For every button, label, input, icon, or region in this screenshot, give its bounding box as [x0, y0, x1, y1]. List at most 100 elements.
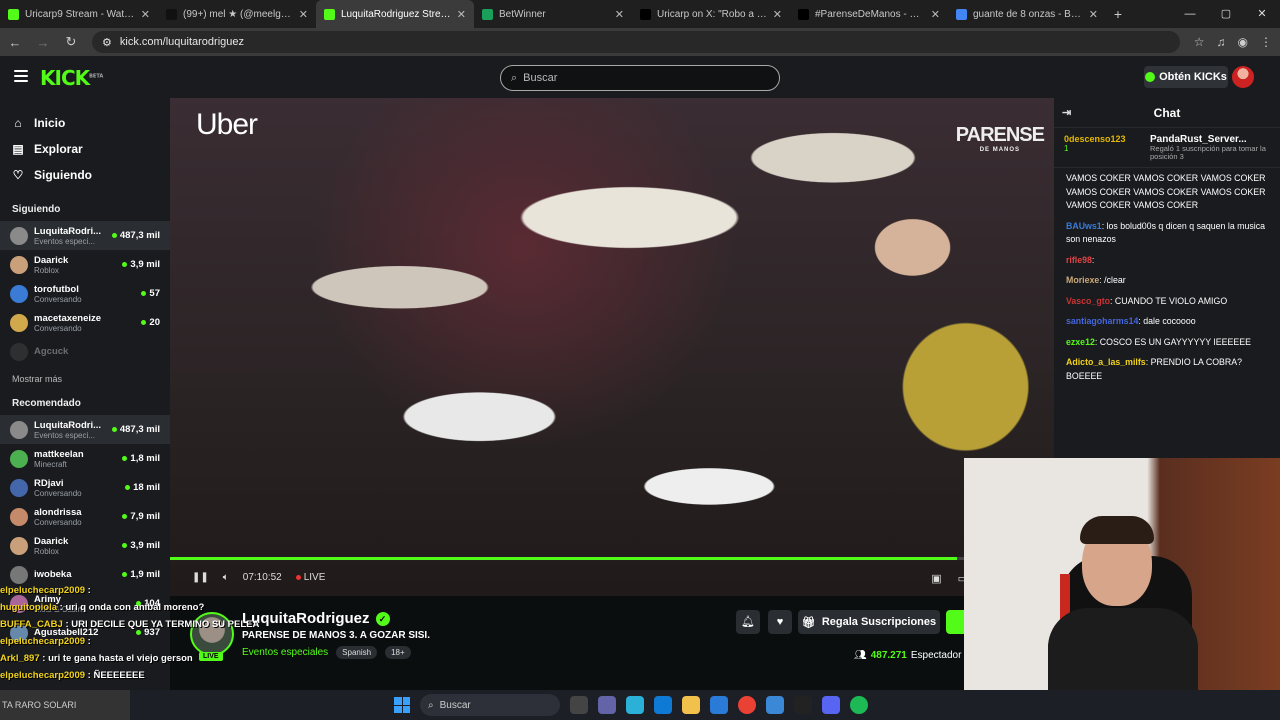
edge-icon[interactable] [654, 696, 672, 714]
media-control-icon[interactable]: ♫ [1217, 35, 1226, 49]
browser-tab[interactable]: Uricarp on X: "Robo a Merruel" ✕ [632, 0, 790, 28]
channel-viewers: 7,9 mil [122, 511, 160, 522]
overlay-chat: elpeluchecarp2009 : huguitopiola : uri q… [0, 582, 259, 684]
profile-icon[interactable]: ◉ [1238, 35, 1248, 49]
chat-username[interactable]: Vasco_gto [1066, 296, 1110, 306]
chat-username[interactable]: Moriexe [1066, 275, 1099, 285]
chat-username[interactable]: ezxe12 [1066, 337, 1095, 347]
tag-age[interactable]: 18+ [385, 646, 411, 659]
sidebar-channel[interactable]: torofutbol Conversando 57 [0, 279, 170, 308]
sidebar-channel[interactable]: Daarick Roblox 3,9 mil [0, 250, 170, 279]
reload-icon[interactable]: ↻ [64, 34, 78, 50]
close-tab-icon[interactable]: ✕ [615, 8, 624, 21]
channel-name: iwobeka [34, 569, 72, 580]
spotify-icon[interactable] [850, 696, 868, 714]
sidebar-nav-item[interactable]: ⌂ Inicio [0, 110, 170, 136]
browser-tab[interactable]: (99+) mel ★ (@meelgan) | TikTo ✕ [158, 0, 316, 28]
new-tab-icon[interactable]: + [1106, 6, 1130, 22]
live-dot-icon [122, 543, 128, 548]
sidebar-channel[interactable]: mattkeelan Minecraft 1,8 mil [0, 444, 170, 473]
heart-icon[interactable]: ♥ [768, 610, 792, 634]
close-window-icon[interactable]: ✕ [1244, 0, 1280, 28]
overlay-chat-line: Arkl_897 : uri te gana hasta el viejo ge… [0, 653, 193, 664]
follow-button[interactable] [946, 610, 966, 634]
notification-bell-icon[interactable]: 🔔︎ [736, 610, 760, 634]
url-field[interactable]: ⚙ kick.com/luquitarodriguez [92, 31, 1180, 53]
progress-bar[interactable] [170, 557, 1054, 560]
back-icon[interactable]: ← [8, 35, 22, 50]
sidebar-nav-item[interactable]: ▤ Explorar [0, 136, 170, 162]
collapse-chat-icon[interactable]: ⇥ [1062, 106, 1071, 119]
chat-username[interactable]: BAUws1 [1066, 221, 1102, 231]
browser-tab[interactable]: #ParenseDeManos - Search / X ✕ [790, 0, 948, 28]
maximize-icon[interactable]: ▢ [1208, 0, 1244, 28]
close-tab-icon[interactable]: ✕ [457, 8, 466, 21]
channel-avatar [10, 313, 28, 332]
nav-label: Inicio [34, 116, 66, 130]
top-gifter[interactable]: 0descenso123 1 [1064, 134, 1144, 161]
live-dot-icon [111, 233, 117, 238]
chat-text: CUANDO TE VIOLO AMIGO [1114, 295, 1228, 306]
sidebar-channel[interactable]: Agcuck [0, 337, 170, 366]
channel-category: Roblox [34, 265, 59, 275]
chrome-icon[interactable] [738, 696, 756, 714]
gift-announcement: PandaRust_Server... Regaló 1 suscripción… [1150, 134, 1270, 161]
teams-icon[interactable] [598, 696, 616, 714]
live-dot-icon [122, 514, 128, 519]
gift-subscriptions-button[interactable]: 🎁︎ Regala Suscripciones [798, 610, 940, 634]
browser-menu-icon[interactable]: ⋮ [1260, 35, 1272, 49]
sidebar-nav-item[interactable]: ♡ Siguiendo [0, 162, 170, 188]
browser-tab[interactable]: Uricarp9 Stream - Watch Live o ✕ [0, 0, 158, 28]
overlay-chat-text: ÑEEEEEEE [93, 670, 145, 681]
obs-icon[interactable] [794, 696, 812, 714]
kick-logo[interactable]: KICKBETA [40, 66, 103, 90]
show-more-link[interactable]: Mostrar más [0, 366, 170, 390]
close-tab-icon[interactable]: ✕ [773, 8, 782, 21]
site-info-icon[interactable]: ⚙ [102, 36, 112, 49]
sidebar-channel[interactable]: LuquitaRodri... Eventos especi... 487,3 m… [0, 415, 170, 444]
tag-language[interactable]: Spanish [336, 646, 378, 659]
chat-messages: VAMOS COKER VAMOS COKER VAMOS COKER VAMO… [1054, 168, 1280, 394]
channel-name: RDjavi [34, 477, 64, 489]
user-avatar[interactable] [1232, 66, 1254, 88]
vpn-icon[interactable] [766, 696, 784, 714]
video-player[interactable]: Uber PARENSE DE MANOS ❚❚ 🔈︎ 07:10:52 LIVE… [170, 98, 1054, 596]
minimize-icon[interactable]: — [1172, 0, 1208, 28]
bookmark-star-icon[interactable]: ☆ [1194, 35, 1205, 49]
sidebar-channel[interactable]: alondrissa Conversando 7,9 mil [0, 502, 170, 531]
discord-icon[interactable] [822, 696, 840, 714]
store-icon[interactable] [710, 696, 728, 714]
close-tab-icon[interactable]: ✕ [931, 8, 940, 21]
chat-username[interactable]: Adicto_a_las_milfs [1066, 357, 1146, 367]
stream-category[interactable]: Eventos especiales [242, 647, 328, 658]
forward-icon[interactable]: → [36, 35, 50, 50]
sidebar-channel[interactable]: Daarick Roblox 3,9 mil [0, 531, 170, 560]
close-tab-icon[interactable]: ✕ [299, 8, 308, 21]
chat-username[interactable]: rifle98 [1066, 255, 1092, 265]
windows-start-icon[interactable] [394, 697, 410, 713]
channel-avatar [10, 449, 28, 468]
sidebar-channel[interactable]: RDjavi Conversando 18 mil [0, 473, 170, 502]
browser-tab[interactable]: guante de 8 onzas - Buscar co ✕ [948, 0, 1106, 28]
channel-category: Roblox [34, 546, 59, 556]
file-explorer-icon[interactable] [682, 696, 700, 714]
browser-tab[interactable]: LuquitaRodriguez Stream ✕ [316, 0, 474, 28]
channel-category: Minecraft [34, 459, 67, 469]
task-view-icon[interactable] [570, 696, 588, 714]
taskbar-search-input[interactable]: ⌕ Buscar [420, 694, 560, 716]
chat-message: ezxe12: COSCO ES UN GAYYYYYY IEEEEEE [1066, 336, 1251, 347]
sidebar-channel[interactable]: LuquitaRodri... Eventos especi... 487,3 m… [0, 221, 170, 250]
hamburger-menu-icon[interactable] [14, 70, 28, 82]
search-input[interactable]: ⌕ Buscar [500, 65, 780, 91]
event-logo: PARENSE DE MANOS [955, 124, 1045, 153]
pip-icon[interactable]: ▣ [931, 572, 941, 585]
get-kicks-button[interactable]: Obtén KICKs [1144, 66, 1228, 88]
streamer-name[interactable]: LuquitaRodriguez ✓ [242, 610, 390, 627]
live-dot-icon [141, 291, 147, 296]
browser-tab[interactable]: BetWinner ✕ [474, 0, 632, 28]
copilot-icon[interactable] [626, 696, 644, 714]
chat-username[interactable]: santiagoharms14 [1066, 316, 1138, 326]
sidebar-channel[interactable]: macetaxeneize Conversando 20 [0, 308, 170, 337]
close-tab-icon[interactable]: ✕ [141, 8, 150, 21]
close-tab-icon[interactable]: ✕ [1089, 8, 1098, 21]
